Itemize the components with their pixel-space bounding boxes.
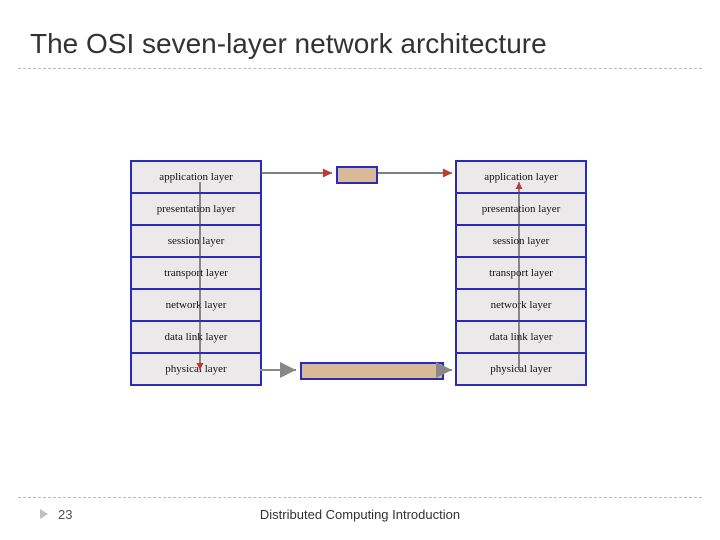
layer-cell: application layer	[457, 162, 585, 194]
layer-cell: physical layer	[132, 354, 260, 384]
osi-stack-right: application layer presentation layer ses…	[455, 160, 587, 386]
layer-cell: application layer	[132, 162, 260, 194]
layer-cell: transport layer	[132, 258, 260, 290]
layer-cell: data link layer	[457, 322, 585, 354]
osi-stack-left: application layer presentation layer ses…	[130, 160, 262, 386]
arrows-svg	[0, 0, 720, 540]
layer-cell: presentation layer	[132, 194, 260, 226]
divider-bottom	[18, 497, 702, 498]
packet-top	[336, 166, 378, 184]
layer-cell: network layer	[132, 290, 260, 322]
packet-bottom	[300, 362, 444, 380]
divider-top	[18, 68, 702, 69]
layer-cell: presentation layer	[457, 194, 585, 226]
layer-cell: network layer	[457, 290, 585, 322]
layer-cell: physical layer	[457, 354, 585, 384]
slide-title: The OSI seven-layer network architecture	[30, 28, 547, 60]
slide-footer: Distributed Computing Introduction	[0, 507, 720, 522]
layer-cell: transport layer	[457, 258, 585, 290]
layer-cell: session layer	[457, 226, 585, 258]
layer-cell: session layer	[132, 226, 260, 258]
layer-cell: data link layer	[132, 322, 260, 354]
